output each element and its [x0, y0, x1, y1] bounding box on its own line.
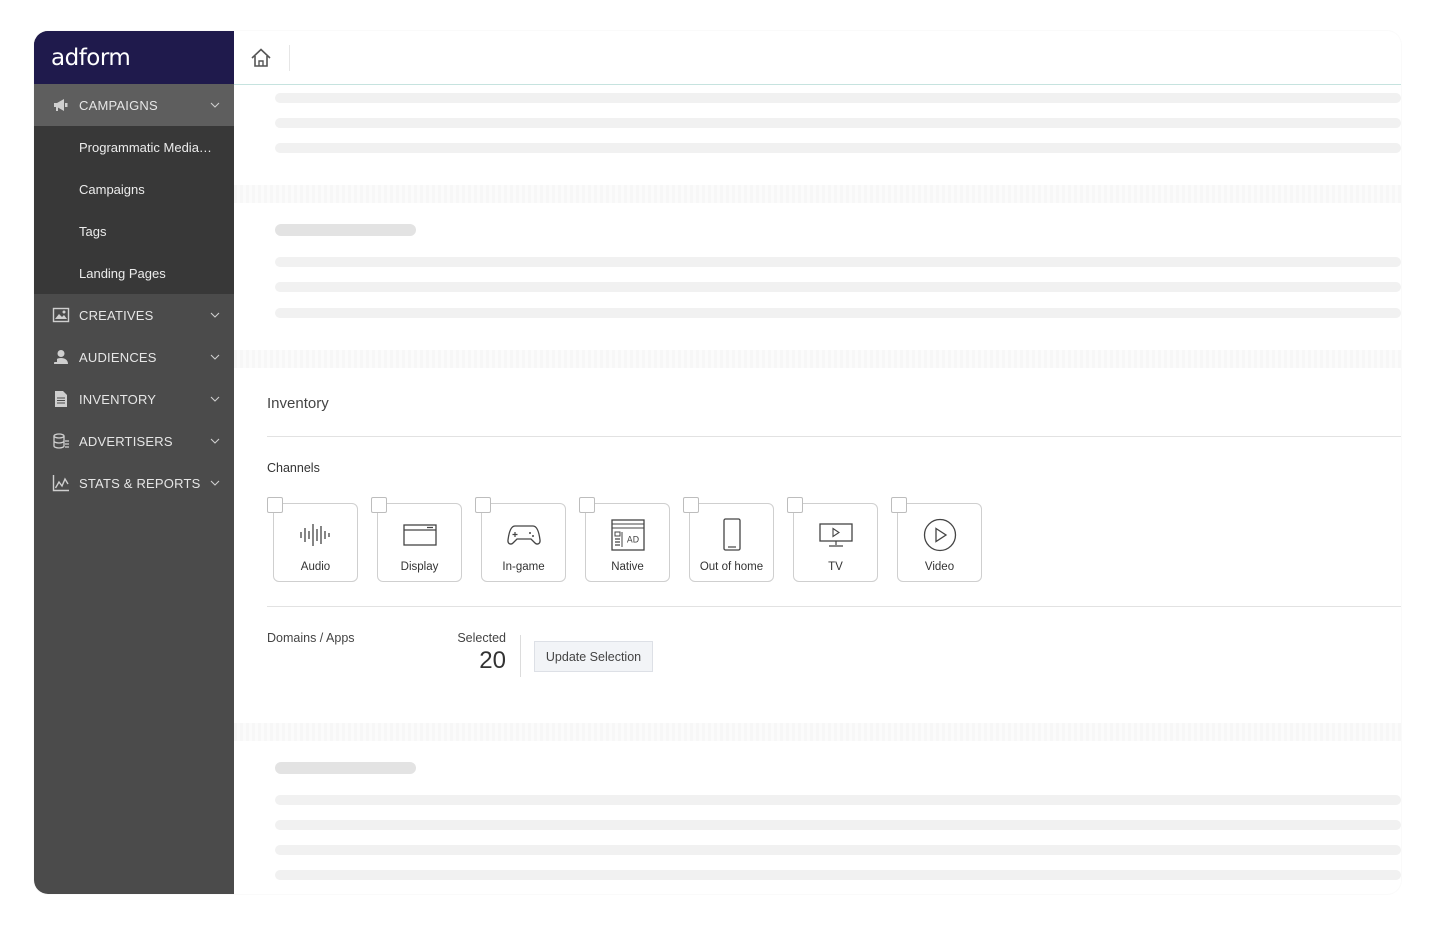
loading-placeholder	[275, 308, 1401, 318]
loading-placeholder	[275, 118, 1401, 128]
sidebar-item-label: CAMPAIGNS	[79, 97, 158, 113]
sidebar-item-advertisers[interactable]: ADVERTISERS	[34, 420, 234, 462]
section-separator	[234, 185, 1401, 203]
megaphone-icon	[51, 95, 71, 115]
selected-count: 20	[479, 647, 506, 674]
sidebar-item-label: AUDIENCES	[79, 349, 157, 365]
channel-label: Display	[400, 561, 439, 573]
chevron-down-icon	[210, 394, 220, 404]
tv-icon	[794, 518, 877, 552]
app-window: adform CAMPAIGNS Programmatic Media… Cam…	[34, 31, 1401, 894]
chevron-down-icon	[210, 478, 220, 488]
channel-label: Video	[924, 561, 955, 573]
channel-checkbox[interactable]	[475, 497, 491, 513]
chevron-down-icon	[210, 352, 220, 362]
loading-title-placeholder	[275, 224, 416, 236]
channel-tile-audio[interactable]: Audio	[267, 497, 358, 582]
phone-icon	[690, 518, 773, 552]
loading-placeholder	[275, 143, 1401, 153]
channels-label: Channels	[267, 461, 320, 475]
domains-apps-label: Domains / Apps	[267, 631, 355, 645]
sidebar-item-inventory[interactable]: INVENTORY	[34, 378, 234, 420]
chart-line-icon	[51, 473, 71, 493]
channel-label: In-game	[502, 561, 545, 573]
sidebar-subitem-programmatic-media[interactable]: Programmatic Media…	[34, 126, 234, 168]
channel-tile-video[interactable]: Video	[891, 497, 982, 582]
home-button[interactable]	[250, 47, 272, 69]
sidebar-subitem-tags[interactable]: Tags	[34, 210, 234, 252]
loading-placeholder	[275, 93, 1401, 103]
channel-tile-native[interactable]: AD Native	[579, 497, 670, 582]
channel-checkbox[interactable]	[787, 497, 803, 513]
loading-placeholder	[275, 282, 1401, 292]
channel-tile-tv[interactable]: TV	[787, 497, 878, 582]
gamepad-icon	[482, 518, 565, 552]
section-divider	[267, 606, 1401, 607]
native-ad-icon: AD	[586, 518, 669, 552]
channel-tiles: Audio Display In-game AD Native Out of h…	[267, 497, 982, 582]
sidebar-item-label: ADVERTISERS	[79, 433, 173, 449]
section-separator	[234, 723, 1401, 741]
sidebar-item-label: CREATIVES	[79, 307, 154, 323]
sidebar-item-label: STATS & REPORTS	[79, 475, 201, 491]
sidebar: adform CAMPAIGNS Programmatic Media… Cam…	[34, 31, 234, 894]
channel-checkbox[interactable]	[267, 497, 283, 513]
campaigns-submenu: Programmatic Media… Campaigns Tags Landi…	[34, 126, 234, 294]
channel-label: Native	[611, 561, 644, 573]
sidebar-item-campaigns[interactable]: CAMPAIGNS	[34, 84, 234, 126]
selected-label: Selected	[457, 631, 506, 645]
channel-tile-display[interactable]: Display	[371, 497, 462, 582]
loading-placeholder	[275, 795, 1401, 805]
brand-logo[interactable]: adform	[51, 45, 131, 71]
inventory-section-title: Inventory	[267, 395, 329, 412]
loading-placeholder	[275, 257, 1401, 267]
svg-text:AD: AD	[626, 536, 639, 546]
section-separator	[234, 350, 1401, 368]
channel-label: Out of home	[699, 561, 764, 573]
channel-checkbox[interactable]	[683, 497, 699, 513]
channel-checkbox[interactable]	[579, 497, 595, 513]
channel-label: TV	[828, 561, 843, 573]
audience-icon	[51, 347, 71, 367]
audio-wave-icon	[274, 518, 357, 552]
sidebar-subitem-landing-pages[interactable]: Landing Pages	[34, 252, 234, 294]
chevron-down-icon	[210, 436, 220, 446]
display-window-icon	[378, 518, 461, 552]
brand-bar: adform	[34, 31, 234, 84]
main-content: Inventory Channels Audio Display In-game…	[234, 31, 1401, 894]
loading-placeholder	[275, 845, 1401, 855]
sidebar-subitem-campaigns[interactable]: Campaigns	[34, 168, 234, 210]
chevron-down-icon	[210, 310, 220, 320]
update-selection-button[interactable]: Update Selection	[534, 641, 653, 672]
loading-placeholder	[275, 820, 1401, 830]
topbar-divider	[289, 44, 290, 71]
document-icon	[51, 389, 71, 409]
sidebar-item-stats-reports[interactable]: STATS & REPORTS	[34, 462, 234, 504]
channel-tile-in-game[interactable]: In-game	[475, 497, 566, 582]
loading-title-placeholder	[275, 762, 416, 774]
sidebar-item-creatives[interactable]: CREATIVES	[34, 294, 234, 336]
channel-checkbox[interactable]	[891, 497, 907, 513]
sidebar-item-label: INVENTORY	[79, 391, 157, 407]
loading-placeholder	[275, 870, 1401, 880]
image-icon	[51, 305, 71, 325]
database-icon	[51, 431, 71, 451]
channel-tile-out-of-home[interactable]: Out of home	[683, 497, 774, 582]
topbar	[234, 31, 1401, 85]
chevron-down-icon	[210, 100, 220, 110]
home-icon	[251, 47, 271, 67]
section-divider	[267, 436, 1401, 437]
play-circle-icon	[898, 518, 981, 552]
channel-checkbox[interactable]	[371, 497, 387, 513]
sidebar-item-audiences[interactable]: AUDIENCES	[34, 336, 234, 378]
vertical-divider	[520, 635, 521, 677]
channel-label: Audio	[300, 561, 331, 573]
